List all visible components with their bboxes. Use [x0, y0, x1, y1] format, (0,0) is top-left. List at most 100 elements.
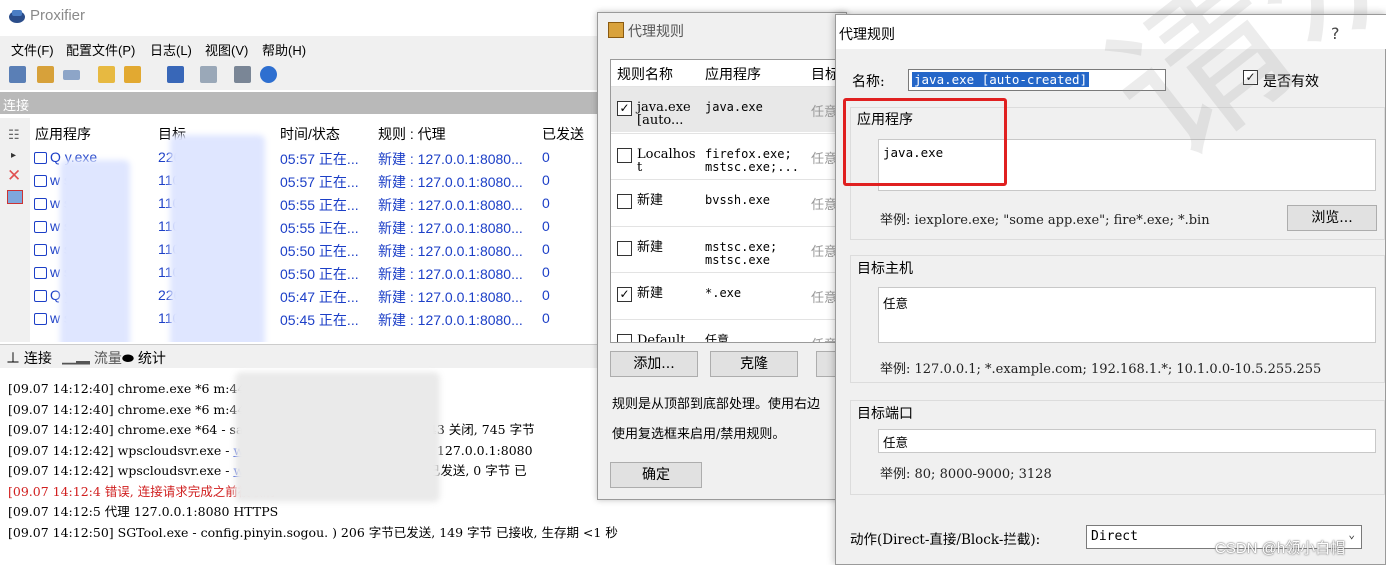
cell-time: 05:55 正在...: [280, 197, 359, 213]
rule-enabled-checkbox[interactable]: [617, 240, 632, 256]
print-icon[interactable]: [234, 66, 251, 83]
rule-enabled-checkbox[interactable]: [617, 194, 632, 209]
clone-rule-button[interactable]: 克隆: [710, 351, 798, 377]
connection-icon[interactable]: [9, 66, 26, 83]
new-profile-icon[interactable]: [98, 66, 115, 83]
target-host-example: 举例: 127.0.0.1; *.example.com; 192.168.1.…: [880, 362, 1322, 377]
rule-app: bvssh.exe: [705, 193, 771, 207]
rule-target: 任意: [811, 198, 838, 213]
rules-icon[interactable]: [37, 66, 54, 83]
application-example: 举例: iexplore.exe; "some app.exe"; fire*.…: [880, 213, 1210, 228]
help-icon[interactable]: [260, 66, 277, 83]
cell-sent: 0: [542, 264, 550, 280]
menu-profile[interactable]: 配置文件(P): [66, 40, 135, 59]
rule-row[interactable]: Localhos t firefox.exe; mstsc.exe;... 任意: [611, 132, 847, 179]
rule-target: 任意: [811, 105, 838, 120]
app-icon: [34, 244, 47, 256]
proxifier-logo-icon: [9, 10, 25, 23]
highlight-box: [843, 98, 1007, 186]
ok-button[interactable]: 确定: [610, 462, 702, 488]
tab-statistics[interactable]: ⬬ 统计: [122, 348, 166, 368]
rules-dialog-icon: [608, 22, 624, 38]
browse-button[interactable]: 浏览...: [1287, 205, 1377, 231]
rule-app: java.exe: [705, 100, 763, 114]
resolve-icon[interactable]: [63, 70, 80, 80]
cell-time: 05:57 正在...: [280, 151, 359, 167]
rule-row[interactable]: Default 任意 任意: [611, 318, 847, 343]
rule-row[interactable]: ✓ java.exe [auto... java.exe 任意: [611, 86, 847, 132]
log-text: [09.07 14:12:4: [8, 483, 101, 499]
cell-sent: 0: [542, 310, 550, 326]
app-title: Proxifier: [30, 7, 86, 24]
log-text: [09.07 14:12:40] chrome.exe *6: [8, 401, 210, 417]
cell-rule: 新建 : 127.0.0.1:8080...: [378, 220, 523, 236]
rule-row[interactable]: 新建 bvssh.exe 任意: [611, 179, 847, 225]
menu-view[interactable]: 视图(V): [205, 40, 248, 59]
kill-icon[interactable]: [7, 190, 23, 204]
log-text: [09.07 14:12:5: [8, 504, 101, 519]
side-tools: ☷ ▸ ✕: [0, 118, 30, 342]
connections-label: 连接: [3, 98, 30, 113]
list-view-icon[interactable]: ☷: [8, 128, 20, 143]
rule-target: 任意: [811, 334, 837, 343]
log-text: [09.07 14:12:50] SGTool.exe - config.pin…: [8, 524, 618, 540]
redaction-blur: [60, 160, 130, 342]
target-host-textarea[interactable]: 任意: [878, 287, 1376, 343]
target-port-label: 目标端口: [857, 406, 913, 422]
log-text: [09.07 14:12:42] wpscloudsvr.exe -: [8, 463, 234, 478]
cell-time: 05:45 正在...: [280, 312, 359, 328]
cell-rule: 新建 : 127.0.0.1:8080...: [378, 312, 523, 328]
rule-edit-title: 代理规则: [839, 26, 895, 42]
open-profile-icon[interactable]: [124, 66, 141, 83]
log-line: [09.07 14:12:50] SGTool.exe - config.pin…: [8, 522, 618, 541]
rule-app: firefox.exe; mstsc.exe;...: [705, 146, 799, 174]
rule-enabled-checkbox[interactable]: [617, 333, 632, 342]
tab-traffic[interactable]: ▁▂ 流量: [62, 348, 122, 368]
col-application[interactable]: 应用程序: [705, 64, 761, 84]
app-icon: [34, 198, 47, 210]
cell-time: 05:47 正在...: [280, 289, 359, 305]
rule-enabled-checkbox[interactable]: [617, 147, 632, 163]
cell-rule: 新建 : 127.0.0.1:8080...: [378, 289, 523, 305]
cell-sent: 0: [542, 287, 550, 303]
rule-name: java.exe [auto...: [637, 100, 691, 128]
col-rule-name[interactable]: 规则名称: [617, 64, 673, 84]
col-sent[interactable]: 已发送: [542, 124, 584, 144]
menu-log[interactable]: 日志(L): [150, 40, 192, 59]
cell-sent: 0: [542, 241, 550, 257]
app-icon: [34, 152, 47, 164]
rule-target: 任意: [811, 291, 838, 306]
rule-name: 新建: [637, 286, 664, 301]
rule-name: 新建: [637, 193, 664, 208]
col-app[interactable]: 应用程序: [35, 124, 91, 144]
redaction-blur: [170, 135, 265, 342]
action-label: 动作(Direct-直接/Block-拦截):: [850, 532, 1041, 548]
rule-row[interactable]: ✓ 新建 *.exe 任意: [611, 272, 847, 318]
rule-enabled-checkbox[interactable]: ✓: [617, 287, 632, 302]
target-port-input[interactable]: 任意: [878, 429, 1376, 453]
col-rule[interactable]: 规则 : 代理: [378, 124, 446, 144]
expand-icon[interactable]: ▸: [11, 150, 16, 161]
log-text: [09.07 14:12:40] chrome.exe *6: [8, 381, 210, 396]
rule-row[interactable]: 新建 mstsc.exe; mstsc.exe 任意: [611, 225, 847, 272]
connections-header: 连接: [0, 92, 600, 114]
menu-file[interactable]: 文件(F): [11, 40, 54, 59]
rule-enabled-checkbox[interactable]: ✓: [617, 101, 632, 116]
col-time[interactable]: 时间/状态: [280, 124, 340, 144]
export-icon[interactable]: [200, 66, 217, 83]
add-rule-button[interactable]: 添加...: [610, 351, 698, 377]
tab-connections[interactable]: ⊥ 连接: [6, 348, 52, 368]
cell-rule: 新建 : 127.0.0.1:8080...: [378, 151, 523, 167]
rules-note-checkbox: 使用复选框来启用/禁用规则。: [612, 427, 786, 442]
save-icon[interactable]: [167, 66, 184, 83]
log-text: 代理 127.0.0.1:8080 HTTPS: [100, 504, 279, 519]
rules-list: 规则名称 应用程序 目标 ✓ java.exe [auto... java.exe 任…: [610, 59, 848, 343]
rule-name: Default: [637, 332, 686, 343]
menu-help[interactable]: 帮助(H): [262, 40, 306, 59]
rules-dialog: 代理规则 规则名称 应用程序 目标 ✓ java.exe [auto... java…: [597, 12, 856, 500]
close-connection-icon[interactable]: ✕: [7, 166, 21, 186]
cell-rule: 新建 : 127.0.0.1:8080...: [378, 243, 523, 259]
rule-app: 任意: [705, 332, 730, 343]
target-port-example: 举例: 80; 8000-9000; 3128: [880, 467, 1052, 482]
csdn-credit: CSDN @h领小白帽: [1215, 540, 1346, 557]
